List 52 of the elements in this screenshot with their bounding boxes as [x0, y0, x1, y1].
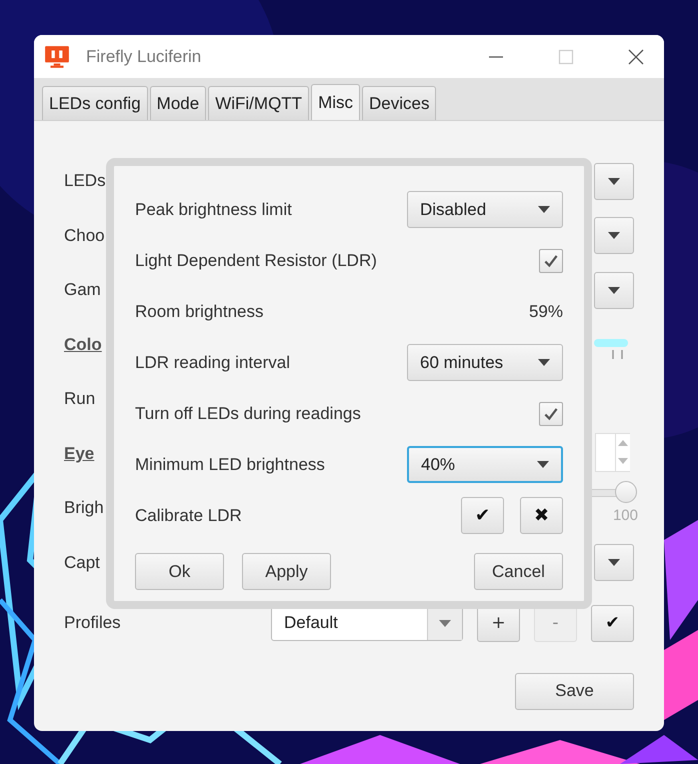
tab[interactable]: WiFi/MQTT: [208, 86, 310, 120]
setting-label: Gam: [64, 280, 101, 300]
caret-icon: [608, 559, 620, 566]
section-heading: Eye: [64, 444, 94, 464]
caret-icon: [608, 286, 620, 294]
calibrate-button[interactable]: ✔: [461, 497, 504, 534]
dropdown[interactable]: 40%: [407, 446, 563, 483]
checkbox[interactable]: [539, 248, 563, 272]
dropdown-button[interactable]: [594, 544, 634, 582]
dropdown[interactable]: 60 minutes: [407, 344, 563, 381]
tab[interactable]: LEDs config: [42, 86, 148, 120]
cancel-button[interactable]: Cancel: [474, 553, 563, 590]
section-heading: Colo: [64, 334, 102, 355]
apply-button[interactable]: Apply: [242, 553, 331, 590]
caret-icon: [439, 620, 451, 627]
color-bar: [594, 338, 628, 359]
tab[interactable]: Mode: [150, 86, 206, 120]
setting-label: Room brightness: [135, 302, 264, 322]
caret-icon: [608, 178, 620, 185]
setting-label: Profiles: [64, 613, 121, 634]
window-title: Firefly Luciferin: [86, 46, 202, 66]
setting-label: Minimum LED brightness: [135, 454, 325, 474]
setting-label: Run: [64, 389, 96, 410]
setting-label: LDR reading interval: [135, 352, 290, 372]
setting-label: Light Dependent Resistor (LDR): [135, 250, 377, 270]
caret-icon: [538, 206, 550, 213]
setting-label: Calibrate LDR: [135, 506, 242, 526]
monitor-icon: [44, 44, 70, 70]
caret-icon: [537, 461, 549, 468]
reading-value: 59%: [528, 302, 563, 322]
dropdown[interactable]: Disabled: [407, 191, 563, 228]
slider-thumb[interactable]: [615, 481, 637, 504]
calibrate-button[interactable]: ✖: [520, 497, 563, 534]
dropdown-button[interactable]: [594, 272, 634, 309]
dropdown-button[interactable]: [594, 162, 634, 200]
caret-icon: [538, 359, 550, 366]
setting-label: LEDs: [64, 171, 106, 192]
setting-label: Peak brightness limit: [135, 200, 292, 220]
setting-label: Brigh: [64, 498, 104, 518]
ok-button[interactable]: Ok: [135, 553, 224, 590]
tab[interactable]: Misc: [311, 84, 360, 120]
confirm-button[interactable]: ✔: [591, 604, 634, 642]
dropdown-button[interactable]: [594, 217, 634, 254]
tab[interactable]: Devices: [362, 86, 436, 120]
close-icon[interactable]: [628, 48, 644, 64]
save-button[interactable]: Save: [515, 672, 634, 710]
setting-label: Turn off LEDs during readings: [135, 404, 361, 424]
caret-icon: [608, 232, 620, 240]
checkbox[interactable]: [539, 402, 563, 426]
setting-label: Choo: [64, 226, 105, 246]
setting-label: Capt: [64, 552, 100, 573]
tick-label: 100: [612, 507, 638, 524]
